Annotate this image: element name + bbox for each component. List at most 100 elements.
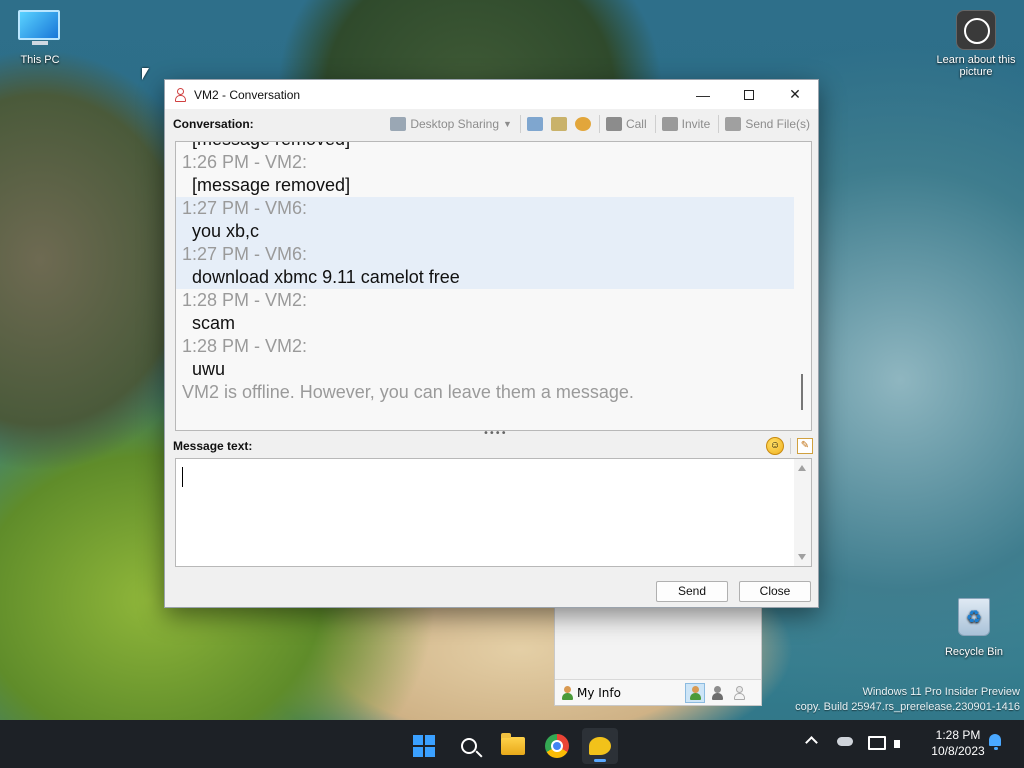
contact-app-icon bbox=[174, 87, 186, 102]
message-text-label: Message text: bbox=[173, 439, 253, 453]
history-button[interactable] bbox=[526, 117, 543, 131]
message-text-header: Message text: ☺ ✎ bbox=[173, 436, 813, 456]
maximize-icon bbox=[744, 89, 754, 100]
notification-bell-icon[interactable] bbox=[989, 734, 1003, 750]
message-text: uwu bbox=[192, 359, 226, 379]
window-title: VM2 - Conversation bbox=[194, 87, 301, 102]
build-watermark-line2: copy. Build 25947.rs_prerelease.230901-1… bbox=[795, 701, 1020, 713]
toolbar-separator bbox=[598, 115, 600, 133]
call-button[interactable]: Call bbox=[605, 117, 647, 131]
send-files-label: Send File(s) bbox=[745, 117, 810, 131]
start-button[interactable] bbox=[406, 728, 442, 764]
chat-bubble-icon bbox=[589, 737, 611, 755]
message-text: [message removed] bbox=[182, 142, 795, 151]
message-header: 1:27 PM - VM6: bbox=[182, 198, 308, 218]
message-header: 1:27 PM - VM6: bbox=[182, 244, 308, 264]
close-window-button[interactable]: ✕ bbox=[772, 80, 818, 109]
message-item: 1:26 PM - VM2: [message removed] bbox=[176, 151, 795, 197]
invite-button[interactable]: Invite bbox=[661, 117, 711, 131]
message-item: [message removed] bbox=[176, 142, 795, 151]
toolbar-separator bbox=[718, 115, 720, 133]
text-caret bbox=[182, 467, 183, 487]
message-list: [message removed] 1:26 PM - VM2: [messag… bbox=[176, 142, 795, 404]
learn-about-picture-desktop-icon[interactable]: Learn about this picture bbox=[934, 10, 1018, 78]
volume-muted-icon[interactable] bbox=[894, 737, 910, 751]
toolbar-separator bbox=[519, 115, 521, 133]
chrome-button[interactable] bbox=[539, 728, 575, 764]
scrollbar-thumb[interactable] bbox=[801, 374, 803, 410]
offline-notice: VM2 is offline. However, you can leave t… bbox=[182, 382, 634, 402]
toolbar-separator bbox=[790, 438, 791, 454]
scroll-up-icon[interactable] bbox=[798, 465, 806, 471]
conversation-toolbar: Conversation: Desktop Sharing ▼ Call Inv… bbox=[165, 109, 818, 139]
status-busy-button[interactable] bbox=[707, 683, 727, 703]
monitor-icon bbox=[18, 10, 62, 50]
edit-format-icon[interactable]: ✎ bbox=[797, 438, 813, 454]
call-label: Call bbox=[625, 117, 647, 131]
conversation-history[interactable]: [message removed] 1:26 PM - VM2: [messag… bbox=[175, 141, 812, 431]
clock-date: 10/8/2023 bbox=[931, 744, 985, 758]
active-app-indicator bbox=[594, 759, 606, 762]
message-header: 1:28 PM - VM2: bbox=[182, 336, 308, 356]
scroll-down-icon[interactable] bbox=[798, 554, 806, 560]
conversation-scrollbar[interactable] bbox=[794, 142, 811, 430]
message-input-box[interactable] bbox=[175, 458, 812, 567]
invite-people-icon bbox=[661, 117, 678, 131]
onedrive-cloud-icon[interactable] bbox=[837, 737, 857, 751]
my-info-label: My Info bbox=[577, 685, 621, 700]
status-online-button[interactable] bbox=[685, 682, 705, 703]
this-pc-desktop-icon[interactable]: This PC bbox=[0, 10, 80, 66]
online-person-icon bbox=[689, 685, 701, 700]
my-info-button[interactable]: My Info bbox=[555, 685, 683, 700]
recycle-bin-desktop-icon[interactable]: ♻ Recycle Bin bbox=[934, 598, 1014, 658]
message-item: 1:27 PM - VM6: you xb,c 1:27 PM - VM6: d… bbox=[176, 197, 795, 289]
taskbar-clock[interactable]: 1:28 PM 10/8/2023 bbox=[918, 727, 998, 759]
message-input-scrollbar[interactable] bbox=[794, 459, 811, 566]
search-button[interactable] bbox=[451, 728, 487, 764]
chrome-icon bbox=[545, 734, 569, 758]
chevron-down-icon: ▼ bbox=[503, 119, 512, 129]
close-button[interactable]: Close bbox=[739, 581, 811, 602]
show-hidden-icons-chevron-up-icon[interactable] bbox=[805, 734, 817, 746]
learn-about-picture-label: Learn about this picture bbox=[936, 54, 1016, 78]
send-files-button[interactable]: Send File(s) bbox=[725, 117, 810, 131]
contact-list-footer: My Info bbox=[555, 679, 761, 705]
smiley-icon[interactable]: ☺ bbox=[766, 437, 784, 455]
clock-time: 1:28 PM bbox=[935, 728, 981, 742]
message-text: you xb,c bbox=[192, 221, 260, 241]
desktop-sharing-icon bbox=[390, 117, 407, 131]
contact-info-button[interactable] bbox=[550, 117, 567, 131]
message-text: download xbmc 9.11 camelot free bbox=[192, 267, 460, 287]
message-text: scam bbox=[192, 313, 236, 333]
recycle-bin-label: Recycle Bin bbox=[944, 646, 1004, 658]
file-explorer-button[interactable] bbox=[495, 728, 531, 764]
settings-button[interactable] bbox=[574, 117, 591, 131]
message-item: 1:28 PM - VM2: scam bbox=[176, 289, 795, 335]
message-text: [message removed] bbox=[192, 175, 351, 195]
conversation-label: Conversation: bbox=[173, 117, 254, 131]
recycle-bin-icon: ♻ bbox=[956, 598, 992, 642]
taskbar: 1:28 PM 10/8/2023 bbox=[0, 720, 1024, 768]
contact-list-window: My Info bbox=[554, 600, 762, 706]
send-file-icon bbox=[725, 117, 742, 131]
windows-logo-icon bbox=[413, 735, 435, 757]
maximize-button[interactable] bbox=[726, 80, 772, 109]
network-icon[interactable] bbox=[868, 736, 886, 750]
messenger-button[interactable] bbox=[582, 728, 618, 764]
mouse-cursor-icon bbox=[142, 68, 149, 80]
message-input[interactable] bbox=[182, 465, 792, 561]
message-item: 1:28 PM - VM2: uwu bbox=[176, 335, 795, 381]
busy-person-icon bbox=[711, 685, 723, 700]
build-watermark-line1: Windows 11 Pro Insider Preview bbox=[862, 686, 1020, 698]
offline-person-icon bbox=[733, 685, 745, 700]
video-camera-icon bbox=[605, 117, 622, 131]
send-button[interactable]: Send bbox=[656, 581, 728, 602]
conversation-window: VM2 - Conversation — ✕ Conversation: Des… bbox=[164, 79, 819, 608]
invite-label: Invite bbox=[681, 117, 711, 131]
this-pc-label: This PC bbox=[20, 54, 60, 66]
minimize-button[interactable]: — bbox=[680, 80, 726, 109]
contact-info-icon bbox=[550, 117, 567, 131]
title-bar[interactable]: VM2 - Conversation — ✕ bbox=[165, 80, 818, 109]
desktop-sharing-button[interactable]: Desktop Sharing ▼ bbox=[390, 117, 512, 131]
status-offline-button[interactable] bbox=[729, 683, 749, 703]
